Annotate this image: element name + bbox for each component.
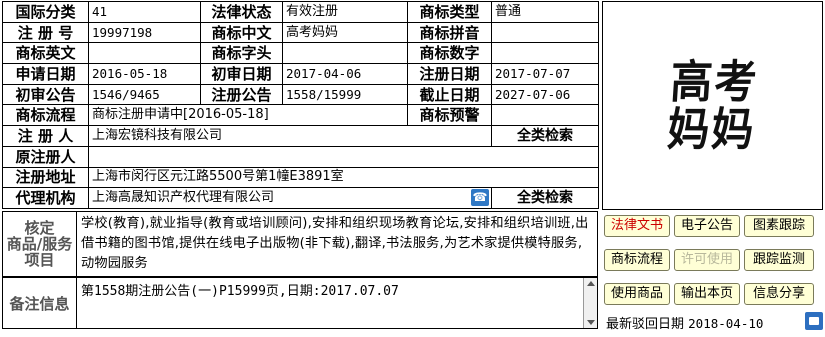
message-icon[interactable]: [805, 312, 823, 330]
agent-cell: 上海高晟知识产权代理有限公司 ☎: [88, 187, 492, 209]
legal-docs-button[interactable]: 法律文书: [604, 215, 670, 237]
tm-initials-label: 商标字头: [200, 42, 283, 65]
scroll-up-icon[interactable]: [587, 281, 595, 286]
orig-registrant-value: [88, 145, 599, 168]
use-goods-button[interactable]: 使用商品: [604, 283, 670, 305]
intl-class-value: 41: [88, 1, 201, 23]
share-info-button[interactable]: 信息分享: [744, 283, 814, 305]
address-label: 注册地址: [2, 166, 89, 189]
notes-section: 备注信息 第1558期注册公告(一)P15999页,日期:2017.07.07: [2, 277, 598, 329]
tm-type-label: 商标类型: [407, 1, 492, 23]
tm-initials-value: [282, 42, 408, 65]
orig-registrant-label: 原注册人: [2, 145, 89, 168]
latest-reject-value: 2018-04-10: [688, 316, 764, 331]
tm-en-label: 商标英文: [2, 42, 89, 65]
e-notice-button[interactable]: 电子公告: [674, 215, 740, 237]
goods-services-label: 核定 商品/服务 项目: [3, 212, 77, 276]
logo-line-1: 高考: [668, 54, 760, 108]
action-button-panel: 法律文书 电子公告 图素跟踪 商标流程 许可使用 跟踪监测 使用商品 输出本页 …: [600, 212, 825, 337]
agent-label: 代理机构: [2, 187, 89, 209]
latest-reject-label: 最新驳回日期: [606, 317, 685, 332]
reg-date-label: 注册日期: [407, 63, 492, 85]
all-class-search-button[interactable]: 全类检索: [491, 125, 599, 147]
tm-process-button[interactable]: 商标流程: [604, 249, 670, 271]
intl-class-label: 国际分类: [2, 1, 89, 23]
tm-en-value: [88, 42, 201, 65]
tm-cn-value: 高考妈妈: [282, 21, 408, 44]
latest-reject-date: 最新驳回日期 2018-04-10: [606, 313, 763, 332]
notes-text: 第1558期注册公告(一)P15999页,日期:2017.07.07: [81, 284, 399, 299]
scroll-down-icon[interactable]: [587, 320, 595, 325]
warning-value: [491, 104, 599, 127]
export-page-button[interactable]: 输出本页: [674, 283, 740, 305]
apply-date-value: 2016-05-18: [88, 63, 201, 85]
process-value: 商标注册申请中[2016-05-18]: [88, 104, 408, 127]
expiry-date-value: 2027-07-06: [491, 83, 599, 106]
goods-services-text: 学校(教育),就业指导(教育或培训顾问),安排和组织现场教育论坛,安排和组织培训…: [81, 216, 589, 271]
notes-label: 备注信息: [3, 278, 77, 328]
registrant-label: 注 册 人: [2, 125, 89, 147]
registrant-value: 上海宏镜科技有限公司: [88, 125, 492, 147]
notes-scrollbar[interactable]: [583, 278, 597, 328]
trademark-info-table: 国际分类 41 法律状态 有效注册 商标类型 普通 注 册 号 19997198…: [2, 1, 599, 209]
prelim-date-label: 初审日期: [200, 63, 283, 85]
logo-line-2: 妈妈: [665, 102, 757, 156]
agent-value: 上海高晟知识产权代理有限公司: [92, 190, 275, 206]
tm-cn-label: 商标中文: [200, 21, 283, 44]
legal-status-value: 有效注册: [282, 1, 408, 23]
goods-services-section: 核定 商品/服务 项目 学校(教育),就业指导(教育或培训顾问),安排和组织现场…: [2, 211, 598, 277]
apply-date-label: 申请日期: [2, 63, 89, 85]
track-monitor-button[interactable]: 跟踪监测: [744, 249, 814, 271]
prelim-date-value: 2017-04-06: [282, 63, 408, 85]
all-class-search-button-agent[interactable]: 全类检索: [491, 187, 599, 209]
reg-no-value: 19997198: [88, 21, 201, 44]
tm-digits-label: 商标数字: [407, 42, 492, 65]
process-label: 商标流程: [2, 104, 89, 127]
tm-type-value: 普通: [491, 1, 599, 23]
expiry-date-label: 截止日期: [407, 83, 492, 106]
tm-pinyin-value: [491, 21, 599, 44]
reg-notice-value: 1558/15999: [282, 83, 408, 106]
license-button[interactable]: 许可使用: [674, 249, 740, 271]
tm-pinyin-label: 商标拼音: [407, 21, 492, 44]
reg-no-label: 注 册 号: [2, 21, 89, 44]
prelim-notice-value: 1546/9465: [88, 83, 201, 106]
prelim-notice-label: 初审公告: [2, 83, 89, 106]
warning-label: 商标预警: [407, 104, 492, 127]
reg-notice-label: 注册公告: [200, 83, 283, 106]
tm-digits-value: [491, 42, 599, 65]
legal-status-label: 法律状态: [200, 1, 283, 23]
phone-icon[interactable]: ☎: [471, 189, 489, 207]
reg-date-value: 2017-07-07: [491, 63, 599, 85]
image-track-button[interactable]: 图素跟踪: [744, 215, 814, 237]
address-value: 上海市闵行区元江路5500号第1幢E3891室: [88, 166, 599, 189]
trademark-logo-image: 高考 妈妈: [602, 1, 823, 210]
